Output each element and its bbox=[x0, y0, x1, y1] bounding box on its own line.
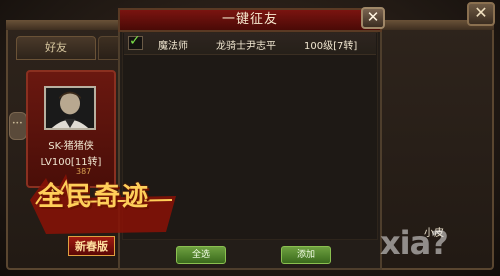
close-icon[interactable]: ✕ bbox=[361, 7, 385, 29]
player-avatar bbox=[44, 86, 96, 130]
tab-friends[interactable]: 好友 bbox=[16, 36, 96, 60]
avatar-portrait-icon bbox=[46, 88, 94, 128]
checkmark-icon: ✓ bbox=[129, 33, 141, 49]
game-screen: ✕ 好友 SK-猪猪侠 LV100[11转] 387 小皮 一键征友 ✕ ✓ 魔… bbox=[0, 0, 500, 276]
player-level: LV100[11转] bbox=[40, 157, 102, 168]
candidate-class: 魔法师 bbox=[158, 41, 188, 52]
dialog-title: 一键征友 bbox=[118, 8, 382, 32]
logo-title: 全民奇迹 bbox=[38, 182, 151, 212]
watermark: xia? bbox=[380, 224, 449, 262]
candidate-name: 龙骑士尹志平 bbox=[216, 41, 276, 52]
side-handle-icon[interactable] bbox=[9, 112, 27, 140]
add-button[interactable]: 添加 bbox=[281, 246, 331, 264]
player-name: SK-猪猪侠 bbox=[48, 141, 94, 152]
logo-subtitle: 新春版 bbox=[68, 236, 115, 256]
candidate-level: 100级[7转] bbox=[304, 41, 358, 52]
panel-close-button[interactable]: ✕ bbox=[467, 2, 495, 26]
